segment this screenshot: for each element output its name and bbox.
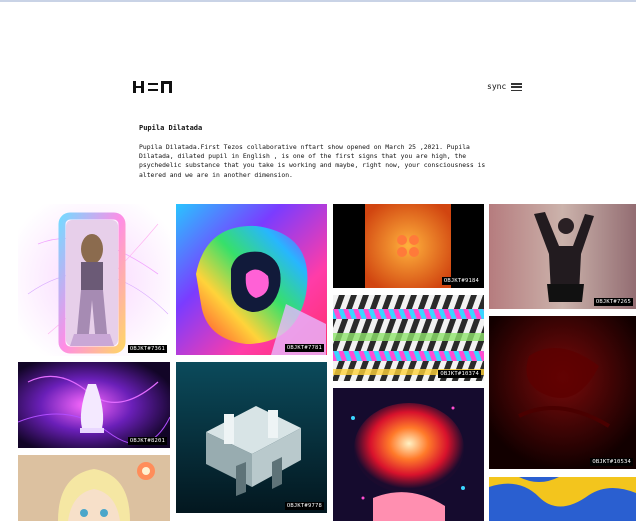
artwork-image [18, 455, 170, 521]
gallery-item[interactable]: OBJKT#10374 [333, 295, 484, 381]
gallery-item[interactable]: OBJKT#7781 [176, 204, 327, 355]
objkt-badge: OBJKT#9778 [284, 502, 324, 510]
objkt-badge: OBJKT#7781 [284, 344, 324, 352]
artwork-image [18, 362, 170, 448]
artwork-image [489, 204, 636, 309]
gallery-item[interactable]: OBJKT#9778 [176, 362, 327, 513]
objkt-badge: OBJKT#9184 [441, 277, 481, 285]
gallery-item[interactable]: OBJKT#7265 [489, 204, 636, 309]
exhibition-title: Pupila Dilatada [139, 124, 203, 132]
gallery-item[interactable]: OBJKT#9184 [333, 204, 484, 288]
gallery-item[interactable] [18, 455, 170, 521]
gallery-item[interactable]: OBJKT#7361 [18, 204, 170, 356]
artwork-image [333, 295, 484, 381]
objkt-badge: OBJKT#10534 [590, 458, 633, 466]
objkt-badge: OBJKT#7361 [127, 345, 167, 353]
artwork-image [489, 477, 636, 521]
hamburger-icon[interactable] [511, 83, 523, 92]
gallery-item[interactable]: OBJKT#10534 [489, 316, 636, 469]
gallery-item[interactable]: OBJKT#8201 [18, 362, 170, 448]
objkt-badge: OBJKT#7265 [593, 298, 633, 306]
sync-button[interactable]: sync [487, 81, 523, 93]
window-top-border [0, 0, 636, 2]
artwork-image [176, 362, 327, 513]
exhibition-description: Pupila Dilatada.First Tezos collaborativ… [139, 143, 486, 179]
gallery-item[interactable] [489, 477, 636, 521]
artwork-image [18, 204, 170, 356]
sync-label: sync [487, 82, 507, 91]
objkt-badge: OBJKT#8201 [127, 437, 167, 445]
gallery-item[interactable] [333, 388, 484, 521]
artwork-image [489, 316, 636, 469]
artwork-image [333, 388, 484, 521]
artwork-image [176, 204, 327, 355]
artwork-image [333, 204, 484, 288]
objkt-badge: OBJKT#10374 [438, 370, 481, 378]
